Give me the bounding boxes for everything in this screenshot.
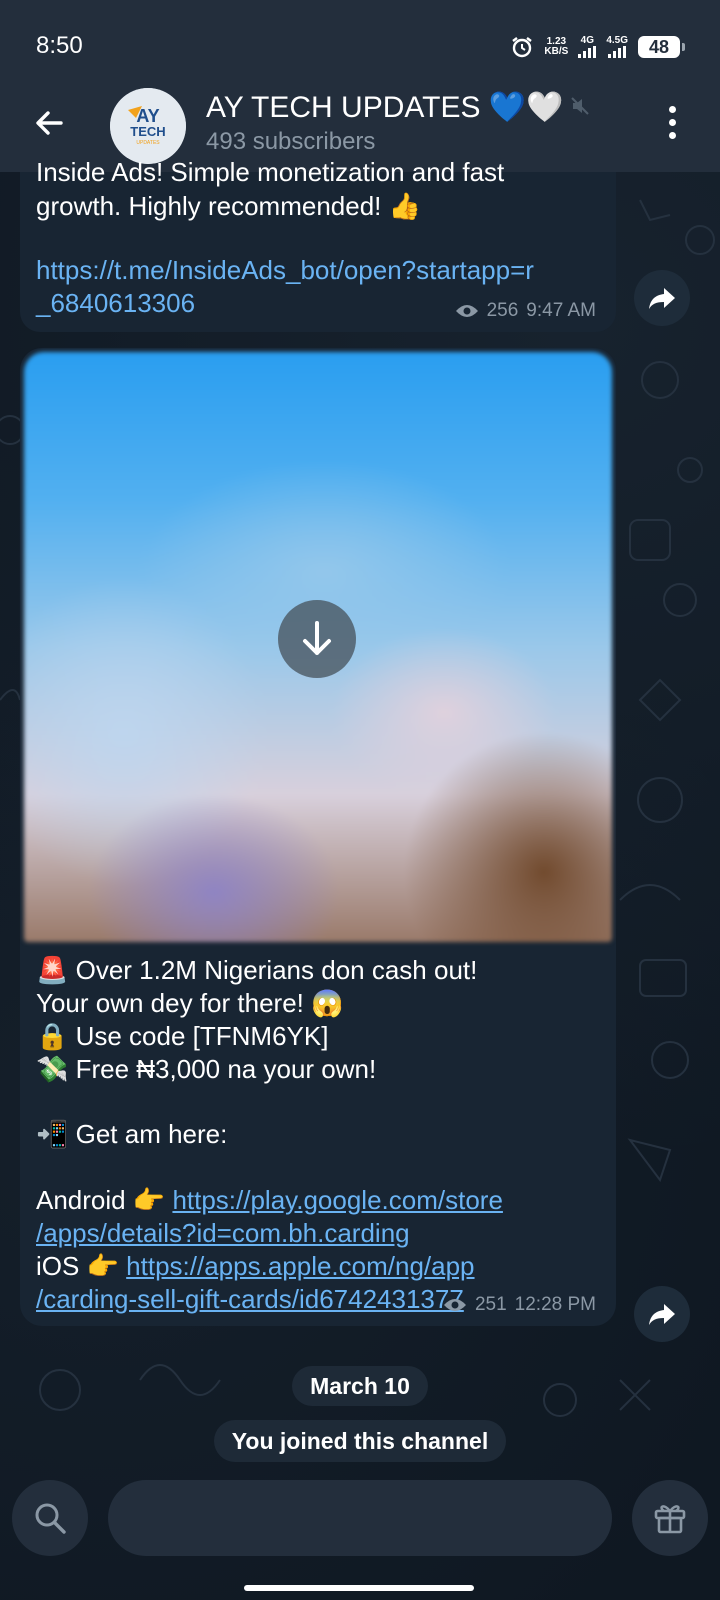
eye-icon [443, 1299, 466, 1311]
android-link-2[interactable]: /apps/details?id=com.bh.carding [36, 1217, 410, 1250]
network-speed-unit: KB/S [544, 46, 569, 57]
message-2-line-4: 💸 Free ₦3,000 na your own! [36, 1054, 377, 1084]
more-vertical-icon[interactable] [660, 102, 684, 142]
message-2-ios-row: iOS 👉 https://apps.apple.com/ng/app [36, 1250, 475, 1283]
network-speed: 1.23 KB/S [544, 37, 568, 57]
forward-icon [649, 1304, 675, 1325]
message-1-views: 256 [486, 300, 519, 321]
message-2-line-3: 🔒 Use code [TFNM6YK] [36, 1021, 329, 1051]
network-type-2: 4.5G [606, 35, 628, 46]
message-2-line-5: 📲 Get am here: [36, 1119, 228, 1149]
svg-text:TECH: TECH [130, 124, 165, 139]
forward-button-1[interactable] [634, 270, 690, 326]
message-input[interactable] [108, 1480, 612, 1556]
message-1-link-line-1[interactable]: https://t.me/InsideAds_bot/open?startapp… [36, 254, 534, 287]
status-time: 8:50 [36, 32, 83, 59]
message-1-time: 9:47 AM [526, 300, 596, 321]
alarm-icon [510, 35, 534, 59]
search-icon [35, 1503, 66, 1534]
download-button[interactable] [278, 600, 356, 678]
signal-icon: 4G [578, 35, 597, 58]
date-pill: March 10 [292, 1366, 428, 1406]
forward-button-2[interactable] [634, 1286, 690, 1342]
message-2-meta: 251 12:28 PM [443, 1294, 596, 1316]
channel-logo: AY TECH UPDATES [110, 88, 186, 164]
back-arrow-icon [36, 111, 63, 135]
ios-label: iOS 👉 [36, 1251, 127, 1281]
gift-button[interactable] [632, 1480, 708, 1556]
message-bubble-1[interactable]: Inside Ads! Simple monetization and fast… [20, 157, 616, 332]
message-2-android-row: Android 👉 https://play.google.com/store [36, 1184, 503, 1217]
search-button[interactable] [12, 1480, 88, 1556]
message-1-link-line-2[interactable]: _6840613306 [36, 287, 195, 320]
signal-icon-2: 4.5G [606, 36, 628, 58]
svg-text:AY: AY [136, 106, 159, 126]
eye-icon [455, 305, 478, 317]
status-icons: 1.23 KB/S 4G 4.5G 48 [510, 34, 685, 60]
svg-text:UPDATES: UPDATES [136, 140, 160, 146]
status-bar: 8:50 1.23 KB/S 4G 4.5G 48 [0, 0, 720, 88]
ios-link-1[interactable]: https://apps.apple.com/ng/app [126, 1251, 474, 1281]
home-indicator[interactable] [244, 1585, 474, 1591]
message-2-time: 12:28 PM [514, 1294, 596, 1315]
subscriber-count: 493 subscribers [206, 128, 376, 155]
android-label: Android 👉 [36, 1185, 173, 1215]
message-1-meta: 256 9:47 AM [455, 300, 596, 322]
message-bubble-2[interactable]: 🚨 Over 1.2M Nigerians don cash out! Your… [20, 348, 616, 1326]
android-link-1[interactable]: https://play.google.com/store [172, 1185, 502, 1215]
network-type-1: 4G [580, 35, 594, 46]
service-message: You joined this channel [214, 1420, 506, 1462]
message-1-line-2: growth. Highly recommended! 👍 [36, 191, 421, 221]
message-2-line-2: Your own dey for there! 😱 [36, 988, 344, 1018]
message-1-line-1: Inside Ads! Simple monetization and fast [36, 157, 505, 187]
message-2-views: 251 [474, 1294, 507, 1315]
back-button[interactable] [26, 100, 72, 146]
battery-icon: 48 [638, 36, 685, 58]
channel-title: AY TECH UPDATES 💙🤍 [206, 91, 564, 124]
channel-avatar[interactable]: AY TECH UPDATES [110, 88, 186, 164]
gift-icon [654, 1505, 686, 1534]
bottom-bar [0, 1466, 720, 1600]
mute-icon [570, 96, 590, 121]
ios-link-2[interactable]: /carding-sell-gift-cards/id6742431377 [36, 1283, 464, 1316]
forward-icon [649, 288, 675, 309]
message-2-line-1: 🚨 Over 1.2M Nigerians don cash out! [36, 955, 478, 985]
top-app-bar: 8:50 1.23 KB/S 4G 4.5G 48 AY TECH UPDATE… [0, 0, 720, 172]
download-icon [303, 621, 331, 655]
